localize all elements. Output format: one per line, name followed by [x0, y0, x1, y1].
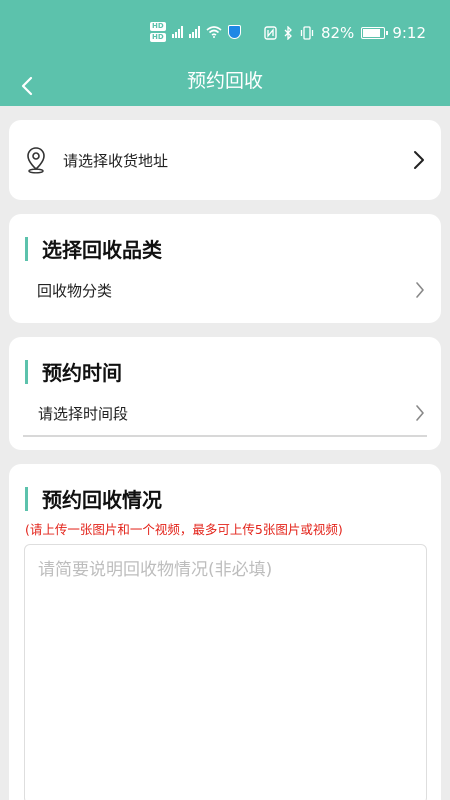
battery-level	[363, 29, 380, 37]
security-shield-icon	[227, 25, 241, 39]
category-card: 选择回收品类 回收物分类	[9, 214, 441, 323]
hd-icon: HD	[150, 33, 166, 42]
chevron-right-icon	[416, 405, 424, 421]
signal-icon	[171, 26, 183, 38]
chevron-right-icon	[414, 151, 424, 169]
nav-bar: 预约回收	[0, 66, 450, 106]
bluetooth-icon	[284, 26, 292, 40]
wifi-icon	[206, 26, 222, 38]
time-title: 预约时间	[42, 361, 122, 385]
address-selector[interactable]: 请选择收货地址	[9, 120, 441, 200]
status-right: 82% 9:12	[264, 24, 426, 42]
divider	[23, 435, 427, 437]
category-title: 选择回收品类	[42, 238, 162, 262]
chevron-right-icon	[416, 282, 424, 298]
category-placeholder: 回收物分类	[37, 281, 113, 300]
time-card: 预约时间 请选择时间段	[9, 337, 441, 450]
category-section-header: 选择回收品类	[25, 234, 162, 263]
signal-icon	[188, 26, 200, 38]
battery-icon	[361, 27, 389, 39]
hd-icon: HD	[150, 22, 166, 31]
time-slot-selector[interactable]: 请选择时间段	[38, 401, 425, 425]
status-bar: HD HD 82% 9:12	[0, 0, 450, 66]
section-accent-bar	[25, 486, 28, 511]
upload-note: (请上传一张图片和一个视频，最多可上传5张图片或视频)	[25, 522, 343, 537]
clock: 9:12	[392, 24, 426, 42]
hd-indicators: HD HD	[150, 22, 166, 42]
address-placeholder: 请选择收货地址	[63, 151, 169, 170]
section-accent-bar	[25, 236, 28, 261]
description-input[interactable]	[38, 555, 413, 793]
location-pin-icon	[27, 147, 45, 174]
nfc-icon	[264, 26, 277, 40]
page-title: 预约回收	[186, 70, 263, 92]
battery-percent: 82%	[320, 24, 355, 42]
description-section-header: 预约回收情况	[25, 484, 162, 513]
status-left: HD HD	[150, 22, 241, 42]
description-textarea-box	[24, 544, 427, 800]
category-selector[interactable]: 回收物分类	[37, 278, 425, 302]
section-accent-bar	[25, 359, 28, 384]
description-title: 预约回收情况	[42, 488, 162, 512]
time-placeholder: 请选择时间段	[38, 404, 129, 423]
vibrate-icon	[300, 26, 314, 40]
description-card: 预约回收情况 (请上传一张图片和一个视频，最多可上传5张图片或视频)	[9, 464, 441, 800]
time-section-header: 预约时间	[25, 357, 122, 386]
